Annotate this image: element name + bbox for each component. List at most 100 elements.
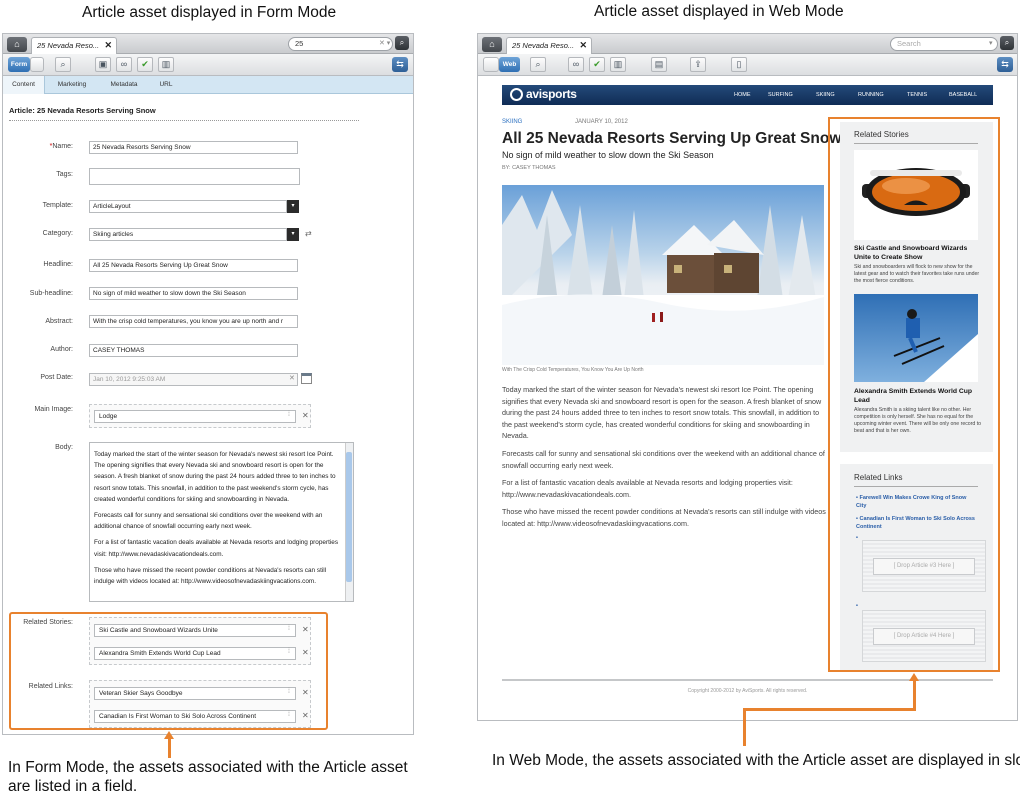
web-note: In Web Mode, the assets associated with …: [492, 752, 1020, 769]
subheadline-label: Sub-headline:: [29, 290, 73, 297]
article-tab[interactable]: 25 Nevada Reso... ✕: [506, 37, 592, 54]
binoculars-icon[interactable]: ∞: [116, 57, 132, 72]
body-paragraph: Today marked the start of the winter sea…: [94, 451, 336, 503]
form-tab-bar: ⌂ 25 Nevada Reso... ✕ 25 ✕ ▾ ⌕: [3, 34, 413, 54]
title-divider: [9, 120, 359, 121]
author-field[interactable]: CASEY THOMAS: [89, 344, 298, 357]
save-icon[interactable]: ▣: [95, 57, 111, 72]
binoculars-icon[interactable]: ∞: [568, 57, 584, 72]
search-icon[interactable]: ⌕: [1000, 36, 1014, 50]
delete-icon[interactable]: ▥: [158, 57, 174, 72]
site-logo[interactable]: avisports: [526, 87, 577, 101]
tab-metadata[interactable]: Metadata: [103, 76, 145, 94]
related-assets-highlight: [9, 612, 328, 730]
body-editor[interactable]: Today marked the start of the winter sea…: [89, 442, 354, 602]
scroll-thumb[interactable]: [346, 452, 352, 582]
device-preview-icon[interactable]: ▯: [731, 57, 747, 72]
headline-field[interactable]: All 25 Nevada Resorts Serving Up Great S…: [89, 259, 298, 272]
sync-icon[interactable]: ⇆: [997, 57, 1013, 72]
home-icon[interactable]: ⌂: [482, 37, 502, 52]
template-label: Template:: [42, 202, 73, 209]
dropdown-icon[interactable]: ▾: [287, 228, 299, 241]
body-paragraph: Forecasts call for sunny and sensational…: [94, 512, 323, 531]
delete-icon[interactable]: ▥: [610, 57, 626, 72]
article-body: Today marked the start of the winter sea…: [502, 384, 826, 530]
article-byline: BY: CASEY THOMAS: [502, 165, 556, 171]
clear-date-icon[interactable]: ✕: [289, 374, 295, 382]
web-mode-toggle[interactable]: Web: [499, 57, 520, 72]
search-input[interactable]: Search: [890, 37, 998, 51]
postdate-field[interactable]: Jan 10, 2012 9:25:03 AM: [89, 373, 298, 386]
arrow-line: [743, 708, 916, 711]
remove-icon[interactable]: ✕: [302, 411, 309, 420]
clear-search-icon[interactable]: ✕ ▾: [379, 39, 390, 47]
author-label: Author:: [50, 346, 73, 353]
main-image-asset[interactable]: Lodge: [94, 410, 296, 423]
drag-handle-icon[interactable]: ⁞: [288, 411, 290, 418]
web-mode-caption: Article asset displayed in Web Mode: [594, 3, 844, 20]
site-footer: Copyright 2000-2012 by AviSports. All ri…: [687, 688, 808, 694]
nav-tennis[interactable]: TENNIS: [907, 85, 927, 105]
nav-home[interactable]: HOME: [734, 85, 751, 105]
article-tab-label: 25 Nevada Reso...: [512, 41, 575, 50]
form-note-line1: In Form Mode, the assets associated with…: [8, 759, 408, 776]
tab-url[interactable]: URL: [151, 76, 181, 94]
chevron-down-icon[interactable]: ▾: [989, 39, 993, 47]
form-mode-toggle[interactable]: Form: [8, 57, 30, 72]
body-paragraph: Those who have missed the recent powder …: [94, 566, 327, 586]
page-title: Article: 25 Nevada Resorts Serving Snow: [9, 106, 156, 115]
form-subtabs: Content Marketing Metadata URL: [3, 76, 413, 94]
article-date: JANUARY 10, 2012: [575, 119, 628, 125]
calendar-icon[interactable]: [301, 373, 312, 384]
article-paragraph: Today marked the start of the winter sea…: [502, 385, 822, 441]
article-paragraph: For a list of fantastic vacation deals a…: [502, 478, 793, 499]
upload-icon[interactable]: ⇪: [690, 57, 706, 72]
tags-field[interactable]: [89, 168, 300, 185]
mainimage-label: Main Image:: [34, 406, 73, 413]
article-paragraph: Forecasts call for sunny and sensational…: [502, 448, 825, 470]
web-mode-toggle[interactable]: [30, 57, 44, 72]
search-icon[interactable]: ⌕: [55, 57, 71, 72]
article-paragraph: Those who have missed the recent powder …: [502, 507, 826, 528]
abstract-field[interactable]: With the crisp cold temperatures, you kn…: [89, 315, 298, 328]
article-section[interactable]: SKIING: [502, 119, 522, 125]
article-tab[interactable]: 25 Nevada Reso... ✕: [31, 37, 117, 54]
search-input[interactable]: 25: [288, 37, 393, 51]
nav-baseball[interactable]: BASEBALL: [949, 85, 977, 105]
abstract-label: Abstract:: [45, 318, 73, 325]
close-icon[interactable]: ✕: [579, 38, 587, 53]
search-icon[interactable]: ⌕: [395, 36, 409, 50]
site-nav-bar: avisports HOME SURFING SKIING RUNNING TE…: [502, 85, 993, 105]
nav-running[interactable]: RUNNING: [858, 85, 884, 105]
approve-icon[interactable]: ✔: [137, 57, 153, 72]
headline-label: Headline:: [43, 261, 73, 268]
tab-content[interactable]: Content: [3, 76, 45, 94]
home-icon[interactable]: ⌂: [7, 37, 27, 52]
category-select[interactable]: Skiing articles: [89, 228, 287, 241]
form-toolbar: Form ⌕ ▣ ∞ ✔ ▥ ⇆: [3, 54, 413, 76]
dropdown-icon[interactable]: ▾: [287, 200, 299, 213]
web-toolbar: Web ⌕ ∞ ✔ ▥ ▤ ⇪ ▯ ⇆: [478, 54, 1017, 76]
subheadline-field[interactable]: No sign of mild weather to slow down the…: [89, 287, 298, 300]
form-mode-toggle[interactable]: [483, 57, 499, 72]
sync-icon[interactable]: ⇆: [392, 57, 408, 72]
form-mode-caption: Article asset displayed in Form Mode: [82, 4, 337, 21]
name-field[interactable]: 25 Nevada Resorts Serving Snow: [89, 141, 298, 154]
body-paragraph: For a list of fantastic vacation deals a…: [94, 539, 339, 558]
arrow-line: [743, 708, 746, 746]
arrow-line: [913, 680, 916, 710]
name-label-text: Name:: [52, 143, 73, 150]
link-icon[interactable]: ⇄: [305, 229, 312, 238]
footer-divider: [502, 679, 993, 681]
approve-icon[interactable]: ✔: [589, 57, 605, 72]
web-tab-bar: ⌂ 25 Nevada Reso... ✕ Search ▾ ⌕: [478, 34, 1017, 54]
tab-marketing[interactable]: Marketing: [51, 76, 93, 94]
article-headline: All 25 Nevada Resorts Serving Up Great S…: [502, 130, 842, 147]
nav-skiing[interactable]: SKIING: [816, 85, 835, 105]
layout-icon[interactable]: ▤: [651, 57, 667, 72]
body-scrollbar[interactable]: [345, 443, 353, 601]
nav-surfing[interactable]: SURFING: [768, 85, 793, 105]
search-icon[interactable]: ⌕: [530, 57, 546, 72]
close-icon[interactable]: ✕: [104, 38, 112, 53]
template-select[interactable]: ArticleLayout: [89, 200, 287, 213]
